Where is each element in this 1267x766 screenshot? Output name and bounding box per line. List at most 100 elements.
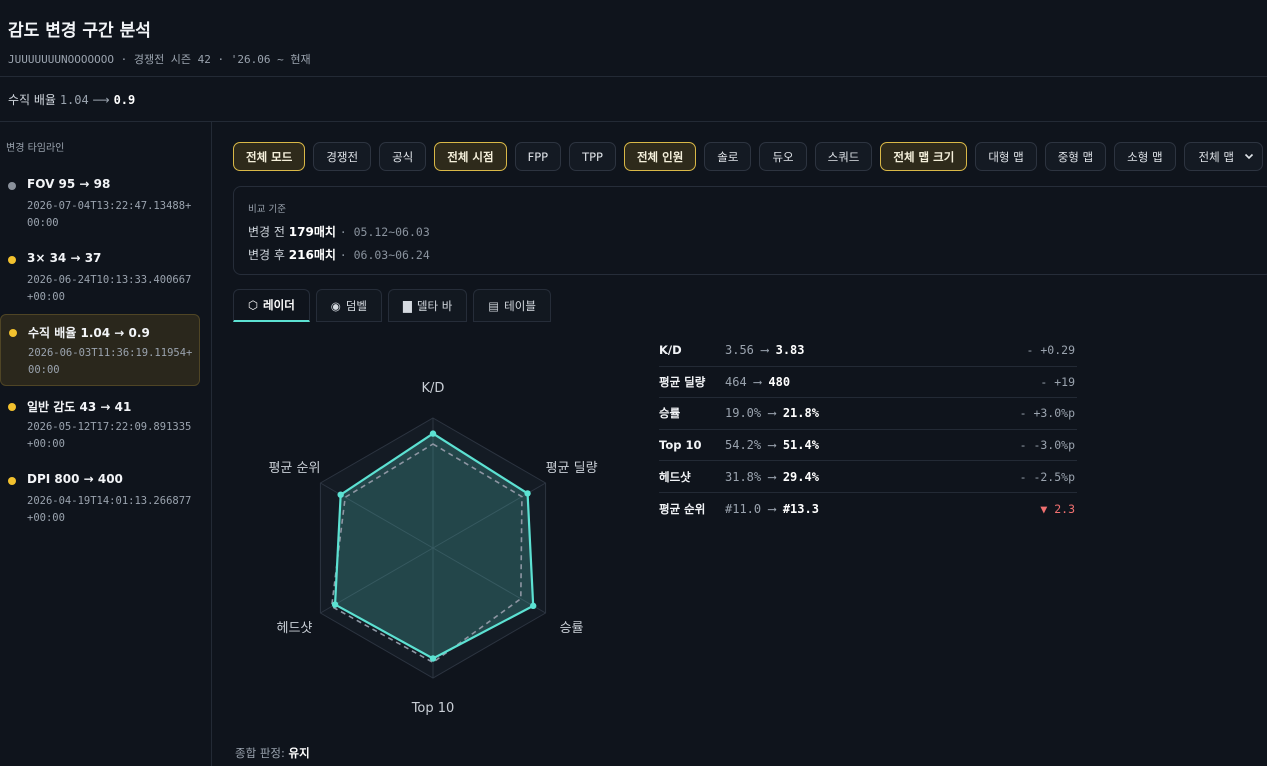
metric-row: 평균 딜량 464 ⟶ 480 - +19 <box>659 367 1077 399</box>
status-dot-icon <box>8 182 16 190</box>
status-dot-icon <box>9 329 17 337</box>
metric-name: 헤드샷 <box>659 469 691 484</box>
radar-point <box>429 430 437 437</box>
change-timeline-sidebar: 변경 타임라인 FOV 95 → 98 2026-07-04T13:22:47.1… <box>0 122 212 766</box>
metric-after: 29.4% <box>782 469 819 484</box>
metric-name: Top 10 <box>659 438 702 453</box>
radar-icon: ⬡ <box>248 298 259 312</box>
metric-values: 19.0% ⟶ 21.8% <box>725 406 819 420</box>
compare-before-matches: 179매치 <box>288 225 336 239</box>
setting-after: 0.9 <box>113 93 136 107</box>
map-select-dropdown[interactable]: 전체 맵 <box>1183 142 1263 171</box>
arrow-icon: ⟶ <box>753 343 776 358</box>
metrics-table: K/D 3.56 ⟶ 3.83 - +0.29 평균 딜량 464 ⟶ 480 - +19… <box>659 335 1077 525</box>
metric-name: 승률 <box>659 406 681 421</box>
metric-name: K/D <box>659 343 682 358</box>
compare-after-range: 06.03~06.24 <box>353 248 430 262</box>
metric-delta: - +3.0%p <box>1019 406 1075 421</box>
timeline-item-label: FOV 95 → 98 <box>27 177 111 191</box>
metric-values: 464 ⟶ 480 <box>725 375 790 389</box>
timeline-item[interactable]: DPI 800 → 400 2026-04-19T14:01:13.266877+… <box>0 463 200 535</box>
radar-axis-label: Top 10 <box>411 701 455 716</box>
metric-row: 평균 순위 #11.0 ⟶ #13.3 ▼ 2.3 <box>659 493 1077 525</box>
radar-point <box>331 601 339 608</box>
compare-after-label: 변경 후 <box>248 248 285 262</box>
compare-basis-card: 비교 기준 변경 전 179매치 · 05.12~06.03 변경 후 216매… <box>233 186 1267 275</box>
radar-chart: K/D 평균 딜량승률 Top 10 헤드샷 평균 순위 <box>268 381 598 716</box>
sidebar-title: 변경 타임라인 <box>6 143 65 154</box>
tab-label: 레이더 <box>263 298 295 312</box>
filter-chip[interactable]: TPP <box>569 142 616 171</box>
metric-values: 31.8% ⟶ 29.4% <box>725 470 819 484</box>
filter-chip[interactable]: 전체 맵 크기 <box>880 142 968 171</box>
tab-bar[interactable]: ▇ 델타 바 <box>388 289 468 322</box>
metric-values: #11.0 ⟶ #13.3 <box>725 502 819 516</box>
filter-chip[interactable]: 듀오 <box>759 142 807 171</box>
radar-axis-label: 평균 순위 <box>268 461 320 476</box>
filter-chip[interactable]: 전체 인원 <box>623 142 697 171</box>
metric-before: 19.0% <box>725 406 762 421</box>
radar-point <box>429 655 437 662</box>
timeline-item-label: DPI 800 → 400 <box>27 472 123 486</box>
tab-table[interactable]: ▤ 테이블 <box>473 289 551 322</box>
radar-point <box>524 490 531 497</box>
filter-chip[interactable]: 대형 맵 <box>975 142 1037 171</box>
page-title: 감도 변경 구간 분석 <box>8 21 151 41</box>
metric-values: 54.2% ⟶ 51.4% <box>725 438 819 452</box>
metric-delta: - +0.29 <box>1026 343 1075 358</box>
setting-before: 1.04 <box>59 93 89 107</box>
setting-summary: 수직 배율 1.04 ⟶ 0.9 <box>0 77 1267 122</box>
bar-icon: ▇ <box>403 298 412 313</box>
metric-delta: - -2.5%p <box>1019 469 1075 484</box>
compare-before-range: 05.12~06.03 <box>353 225 430 239</box>
dumbbell-icon: ◉ <box>330 298 341 313</box>
timeline-item[interactable]: 수직 배율 1.04 → 0.9 2026-06-03T11:36:19.1195… <box>0 314 200 386</box>
filter-chip[interactable]: 전체 시점 <box>434 142 507 171</box>
radar-point <box>529 602 537 610</box>
timeline-item-timestamp: 2026-04-19T14:01:13.266877+00:00 <box>27 495 192 524</box>
timeline-item-timestamp: 2026-05-12T17:22:09.891335+00:00 <box>27 421 192 450</box>
tab-radar[interactable]: ⬡ 레이더 <box>233 289 310 322</box>
metric-after: 21.8% <box>782 406 819 421</box>
filter-chip[interactable]: FPP <box>514 142 562 171</box>
metric-row: 헤드샷 31.8% ⟶ 29.4% - -2.5%p <box>659 461 1077 493</box>
metric-after: 3.83 <box>775 343 805 358</box>
timeline-item[interactable]: 일반 감도 43 → 41 2026-05-12T17:22:09.891335+… <box>0 389 200 461</box>
timeline-item-timestamp: 2026-07-04T13:22:47.13488+00:00 <box>27 200 192 229</box>
status-dot-icon <box>8 403 16 411</box>
filter-chip[interactable]: 소형 맵 <box>1114 142 1176 171</box>
arrow-icon: ⟶ <box>761 438 783 453</box>
filter-chip[interactable]: 솔로 <box>704 142 752 171</box>
metric-row: 승률 19.0% ⟶ 21.8% - +3.0%p <box>659 398 1077 430</box>
metric-delta: ▼ 2.3 <box>1040 501 1075 516</box>
setting-arrow: ⟶ <box>92 93 110 107</box>
main-panel: 전체 모드 경쟁전 공식 전체 시점 FPP TPP 전체 인원 솔로 듀오 스쿼드 전체 맵 크기… <box>213 122 1267 766</box>
chevron-down-icon <box>1244 150 1254 164</box>
filter-chip[interactable]: 스쿼드 <box>814 142 873 171</box>
tab-dumbbell[interactable]: ◉ 덤벨 <box>315 289 383 322</box>
metric-row: Top 10 54.2% ⟶ 51.4% - -3.0%p <box>659 430 1077 462</box>
overall-verdict: 종합 판정: 유지 <box>235 745 310 761</box>
view-tabs: ⬡ 레이더 ◉ 덤벨 ▇ 델타 바 ▤ 테이블 <box>233 289 551 322</box>
filter-chip[interactable]: 공식 <box>379 142 427 171</box>
filter-chip[interactable]: 전체 모드 <box>233 142 306 171</box>
table-icon: ▤ <box>488 298 500 313</box>
tab-label: 델타 바 <box>416 298 453 313</box>
compare-before-label: 변경 전 <box>248 225 285 239</box>
timeline-item[interactable]: 3× 34 → 37 2026-06-24T10:13:33.400667+00:… <box>0 242 200 314</box>
timeline-item-label: 3× 34 → 37 <box>27 251 102 265</box>
radar-axis-label: K/D <box>422 381 445 396</box>
metric-delta: - +19 <box>1040 374 1075 389</box>
map-select-value: 전체 맵 <box>1198 149 1234 164</box>
status-dot-icon <box>8 477 16 485</box>
metric-row: K/D 3.56 ⟶ 3.83 - +0.29 <box>659 335 1077 367</box>
arrow-icon: ⟶ <box>746 374 769 389</box>
metric-before: 31.8% <box>725 469 762 484</box>
radar-axis-label: 평균 딜량 <box>546 461 598 476</box>
tab-label: 덤벨 <box>345 298 368 313</box>
filter-chip[interactable]: 중형 맵 <box>1044 142 1107 171</box>
timeline-item[interactable]: FOV 95 → 98 2026-07-04T13:22:47.13488+00:… <box>0 168 200 240</box>
metric-before: #11.0 <box>725 501 762 516</box>
filter-chip[interactable]: 경쟁전 <box>313 142 372 171</box>
metric-after: #13.3 <box>782 501 819 516</box>
